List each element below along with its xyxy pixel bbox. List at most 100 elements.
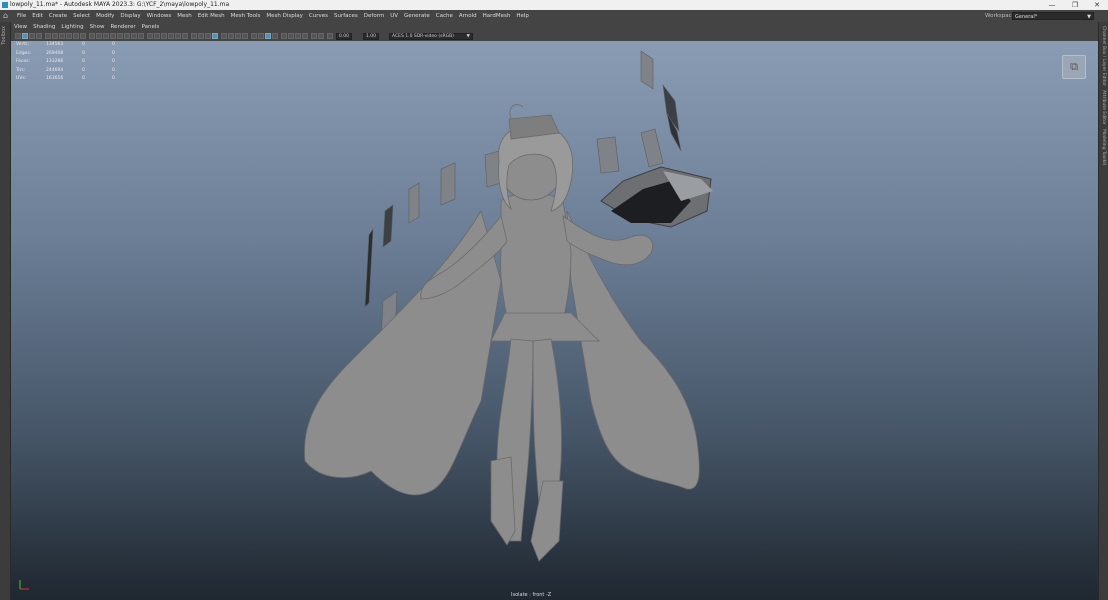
toolbar-tool-icon[interactable]: [311, 33, 317, 39]
toolbar-tool-icon[interactable]: [147, 33, 153, 39]
floating-card: [408, 182, 420, 224]
menu-item-hardmesh[interactable]: HardMesh: [480, 10, 514, 22]
value-field-b[interactable]: 1.00: [363, 33, 379, 40]
tab-attribute-editor[interactable]: Attribute Editor: [1101, 90, 1106, 125]
menu-item-edit[interactable]: Edit: [29, 10, 46, 22]
toolbar-tool-icon[interactable]: [212, 33, 218, 39]
toolbar-tool-icon[interactable]: [96, 33, 102, 39]
panel-menubar: View Shading Lighting Show Renderer Panels: [11, 22, 1098, 32]
panel-menu-lighting[interactable]: Lighting: [58, 22, 86, 32]
menu-item-deform[interactable]: Deform: [361, 10, 387, 22]
toolbar-tool-icon[interactable]: [191, 33, 197, 39]
toolbar-tool-icon[interactable]: [265, 33, 271, 39]
toolbar-tool-icon[interactable]: [251, 33, 257, 39]
menu-item-file[interactable]: File: [14, 10, 29, 22]
toolbar-tool-icon[interactable]: [29, 33, 35, 39]
toolbox-label[interactable]: Toolbox: [1, 26, 7, 45]
menu-item-help[interactable]: Help: [513, 10, 532, 22]
toolbar-tool-icon[interactable]: [288, 33, 294, 39]
toolbar-tool-icon[interactable]: [235, 33, 241, 39]
toolbar-tool-icon[interactable]: [281, 33, 287, 39]
minimize-button[interactable]: —: [1041, 0, 1063, 10]
window-title: lowpoly_11.ma* - Autodesk MAYA 2023.3: G…: [10, 1, 230, 8]
toolbar-tool-icon[interactable]: [154, 33, 160, 39]
menu-item-select[interactable]: Select: [70, 10, 93, 22]
menu-item-modify[interactable]: Modify: [93, 10, 117, 22]
toolbar-tool-icon[interactable]: [168, 33, 174, 39]
chevron-down-icon: ▼: [466, 34, 470, 39]
menu-item-uv[interactable]: UV: [387, 10, 401, 22]
restore-button[interactable]: ❐: [1064, 0, 1086, 10]
camera-settings-button[interactable]: ⧉: [1062, 55, 1086, 79]
menu-item-curves[interactable]: Curves: [306, 10, 331, 22]
toolbar-tool-icon[interactable]: [52, 33, 58, 39]
menu-item-surfaces[interactable]: Surfaces: [331, 10, 361, 22]
toolbar-tool-icon[interactable]: [175, 33, 181, 39]
toolbar-tool-icon[interactable]: [138, 33, 144, 39]
toolbar-tool-icon[interactable]: [318, 33, 324, 39]
panel-menu-renderer[interactable]: Renderer: [107, 22, 138, 32]
toolbar-tool-icon[interactable]: [205, 33, 211, 39]
toolbar-tool-icon[interactable]: [327, 33, 333, 39]
toolbar-tool-icon[interactable]: [59, 33, 65, 39]
toolbar-tool-icon[interactable]: [124, 33, 130, 39]
toolbar-tool-icon[interactable]: [36, 33, 42, 39]
panel-menu-panels[interactable]: Panels: [139, 22, 163, 32]
toolbar-tool-icon[interactable]: [272, 33, 278, 39]
toolbar-tool-icon[interactable]: [103, 33, 109, 39]
toolbar-tool-icon[interactable]: [110, 33, 116, 39]
color-space-select[interactable]: ACES 1.0 SDR-video (sRGB) ▼: [389, 33, 473, 40]
tab-modeling-toolkit[interactable]: Modeling Toolkit: [1101, 129, 1106, 165]
workspace-select[interactable]: General* ▼: [1012, 12, 1094, 20]
menu-item-windows[interactable]: Windows: [144, 10, 175, 22]
toolbar-tool-icon[interactable]: [295, 33, 301, 39]
menu-item-display[interactable]: Display: [117, 10, 143, 22]
floating-book: [600, 166, 713, 228]
toolbar-tool-icon[interactable]: [22, 33, 28, 39]
axis-gizmo: [19, 580, 29, 590]
toolbar-tool-icon[interactable]: [258, 33, 264, 39]
value-field-a[interactable]: 0.00: [336, 33, 352, 40]
toolbar-tool-icon[interactable]: [182, 33, 188, 39]
panel-menu-show[interactable]: Show: [87, 22, 108, 32]
floating-card: [364, 227, 374, 308]
main-menubar: ⌂ File Edit Create Select Modify Display Windo…: [0, 10, 1108, 22]
viewport[interactable]: Verts: 134563 0 0 Edges: 269408 0 0 Faces: 133286…: [11, 41, 1098, 600]
toolbar-tool-icon[interactable]: [89, 33, 95, 39]
chevron-down-icon: ▼: [1087, 14, 1091, 20]
toolbar-tool-icon[interactable]: [45, 33, 51, 39]
toolbar-tool-icon[interactable]: [221, 33, 227, 39]
menu-item-arnold[interactable]: Arnold: [456, 10, 480, 22]
home-icon[interactable]: ⌂: [3, 12, 11, 20]
floating-card: [596, 136, 620, 174]
menu-item-edit-mesh[interactable]: Edit Mesh: [195, 10, 228, 22]
toolbar-tool-icon[interactable]: [198, 33, 204, 39]
toolbar-tool-icon[interactable]: [242, 33, 248, 39]
floating-card: [440, 162, 456, 206]
toolbar-tool-icon[interactable]: [15, 33, 21, 39]
panel-menu-view[interactable]: View: [11, 22, 30, 32]
menu-item-create[interactable]: Create: [46, 10, 70, 22]
toolbar-tool-icon[interactable]: [80, 33, 86, 39]
panel-menu-shading[interactable]: Shading: [30, 22, 58, 32]
close-button[interactable]: ✕: [1086, 0, 1108, 10]
menu-list: File Edit Create Select Modify Display Windows…: [14, 10, 532, 22]
menu-item-mesh-display[interactable]: Mesh Display: [263, 10, 306, 22]
left-boot: [490, 456, 516, 546]
toolbar-tool-icon[interactable]: [161, 33, 167, 39]
menu-item-cache[interactable]: Cache: [433, 10, 456, 22]
menu-item-mesh-tools[interactable]: Mesh Tools: [228, 10, 264, 22]
menu-item-generate[interactable]: Generate: [401, 10, 433, 22]
toolbar-tool-icon[interactable]: [73, 33, 79, 39]
toolbar-tool-icon[interactable]: [228, 33, 234, 39]
tab-channel-box[interactable]: Channel Box / Layer Editor: [1101, 26, 1106, 86]
toolbar-tool-icon[interactable]: [117, 33, 123, 39]
toolbar-tool-icon[interactable]: [302, 33, 308, 39]
color-space-value: ACES 1.0 SDR-video (sRGB): [392, 34, 454, 39]
toolbar-tool-icon[interactable]: [66, 33, 72, 39]
menu-item-mesh[interactable]: Mesh: [174, 10, 194, 22]
floating-card: [382, 204, 394, 248]
floating-card: [640, 50, 654, 90]
floating-card: [640, 128, 664, 168]
toolbar-tool-icon[interactable]: [131, 33, 137, 39]
